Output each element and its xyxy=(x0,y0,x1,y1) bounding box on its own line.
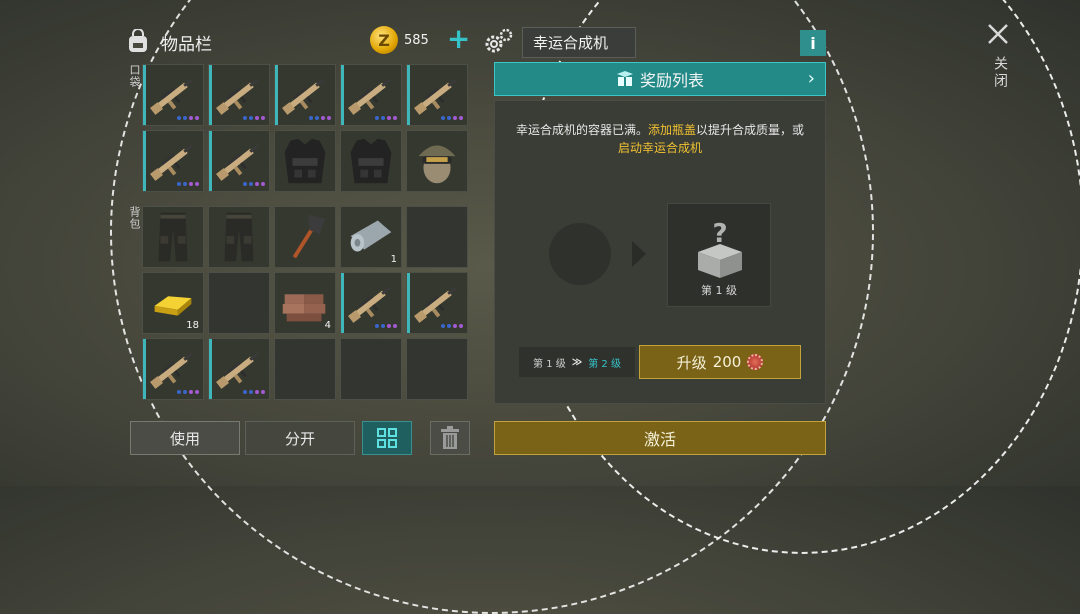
backpack-slot[interactable] xyxy=(274,338,336,400)
rarity-dots xyxy=(243,116,265,120)
backpack-slot[interactable] xyxy=(406,272,468,334)
rarity-dots xyxy=(441,324,463,328)
rarity-dots xyxy=(375,324,397,328)
rarity-dots xyxy=(177,116,199,120)
activate-button[interactable]: 激活 xyxy=(494,421,826,455)
pocket-grid xyxy=(142,64,468,192)
upgrade-label: 升级 xyxy=(676,353,707,372)
split-button[interactable]: 分开 xyxy=(245,421,355,455)
item-quantity: 4 xyxy=(324,320,331,331)
rarity-dots xyxy=(441,116,463,120)
backpack-grid: 1 18 4 xyxy=(142,206,468,400)
next-level: 第 2 级 xyxy=(588,358,621,370)
pocket-slot[interactable] xyxy=(142,130,204,192)
backpack-slot[interactable] xyxy=(208,206,270,268)
input-slot[interactable] xyxy=(549,223,611,285)
start-crafter-link[interactable]: 启动幸运合成机 xyxy=(618,141,702,155)
double-arrow-icon: ≫ xyxy=(571,356,583,368)
item-quantity: 18 xyxy=(186,320,199,331)
backpack-slot[interactable]: 4 xyxy=(274,272,336,334)
current-level: 第 1 级 xyxy=(533,358,566,370)
bottle-cap-icon xyxy=(747,354,764,370)
close-label: 关闭 xyxy=(992,56,1008,90)
upgrade-button[interactable]: 升级 200 xyxy=(639,345,801,379)
rarity-dots xyxy=(243,182,265,186)
add-caps-link[interactable]: 添加瓶盖 xyxy=(648,123,696,137)
pocket-slot[interactable] xyxy=(340,130,402,192)
message-text-2: 以提升合成质量，或 xyxy=(696,123,805,137)
mystery-box-icon: ? xyxy=(698,219,742,278)
inventory-header: 物品栏 xyxy=(125,26,212,58)
backpack-slot[interactable] xyxy=(142,338,204,400)
pocket-slot[interactable] xyxy=(142,64,204,126)
rarity-dots xyxy=(177,182,199,186)
coin-count: 585 xyxy=(404,32,429,48)
backpack-slot[interactable] xyxy=(340,338,402,400)
sort-button[interactable] xyxy=(362,421,412,455)
pocket-slot[interactable] xyxy=(406,64,468,126)
rarity-dots xyxy=(177,390,199,394)
buy-coins-button[interactable]: + xyxy=(447,25,470,53)
backpack-slot[interactable] xyxy=(274,206,336,268)
grid-sort-icon xyxy=(377,428,397,448)
trash-button[interactable] xyxy=(430,421,470,455)
pocket-slot[interactable] xyxy=(274,130,336,192)
message-text: 幸运合成机的容器已满。 xyxy=(515,123,648,137)
coin-balance: Z 585 + xyxy=(370,25,470,54)
output-level: 第 1 级 xyxy=(701,284,737,297)
rewards-list-button[interactable]: 奖励列表 › xyxy=(494,62,826,96)
backpack-slot[interactable]: 18 xyxy=(142,272,204,334)
upgrade-cost: 200 xyxy=(712,353,742,371)
gears-icon xyxy=(485,28,513,53)
rarity-dots xyxy=(243,390,265,394)
gift-box-icon xyxy=(616,71,633,86)
backpack-slot[interactable]: 1 xyxy=(340,206,402,268)
trash-icon xyxy=(441,426,459,449)
item-quantity: 1 xyxy=(390,254,397,265)
pocket-slot[interactable] xyxy=(208,64,270,126)
rarity-dots xyxy=(375,116,397,120)
close-button[interactable] xyxy=(984,20,1012,48)
crafter-message: 幸运合成机的容器已满。添加瓶盖以提升合成质量，或 启动幸运合成机 xyxy=(495,121,825,157)
backpack-slot[interactable] xyxy=(406,206,468,268)
arrow-right-icon xyxy=(632,241,646,267)
rarity-dots xyxy=(309,116,331,120)
backpack-label: 背包 xyxy=(128,206,141,230)
pocket-slot[interactable] xyxy=(340,64,402,126)
backpack-slot[interactable] xyxy=(208,272,270,334)
pocket-slot[interactable] xyxy=(406,130,468,192)
pocket-slot[interactable] xyxy=(208,130,270,192)
coin-icon: Z xyxy=(370,26,398,54)
crafter-header: 幸运合成机 xyxy=(482,26,636,58)
crafter-name: 幸运合成机 xyxy=(522,26,636,58)
backpack-slot[interactable] xyxy=(142,206,204,268)
backpack-slot[interactable] xyxy=(208,338,270,400)
use-button[interactable]: 使用 xyxy=(130,421,240,455)
chevron-right-icon: › xyxy=(807,68,815,89)
level-progress: 第 1 级 ≫ 第 2 级 xyxy=(519,347,635,377)
backpack-slot[interactable] xyxy=(406,338,468,400)
backpack-icon xyxy=(129,29,147,52)
backpack-slot[interactable] xyxy=(340,272,402,334)
pocket-label: 口袋 xyxy=(128,64,141,88)
rewards-list-label: 奖励列表 xyxy=(639,71,704,90)
pocket-slot[interactable] xyxy=(274,64,336,126)
output-slot[interactable]: ? 第 1 级 xyxy=(667,203,771,307)
crafter-panel: 幸运合成机的容器已满。添加瓶盖以提升合成质量，或 启动幸运合成机 ? 第 1 级… xyxy=(494,100,826,404)
info-button[interactable]: i xyxy=(800,30,826,56)
close-icon xyxy=(988,24,1008,44)
inventory-title: 物品栏 xyxy=(161,34,212,55)
